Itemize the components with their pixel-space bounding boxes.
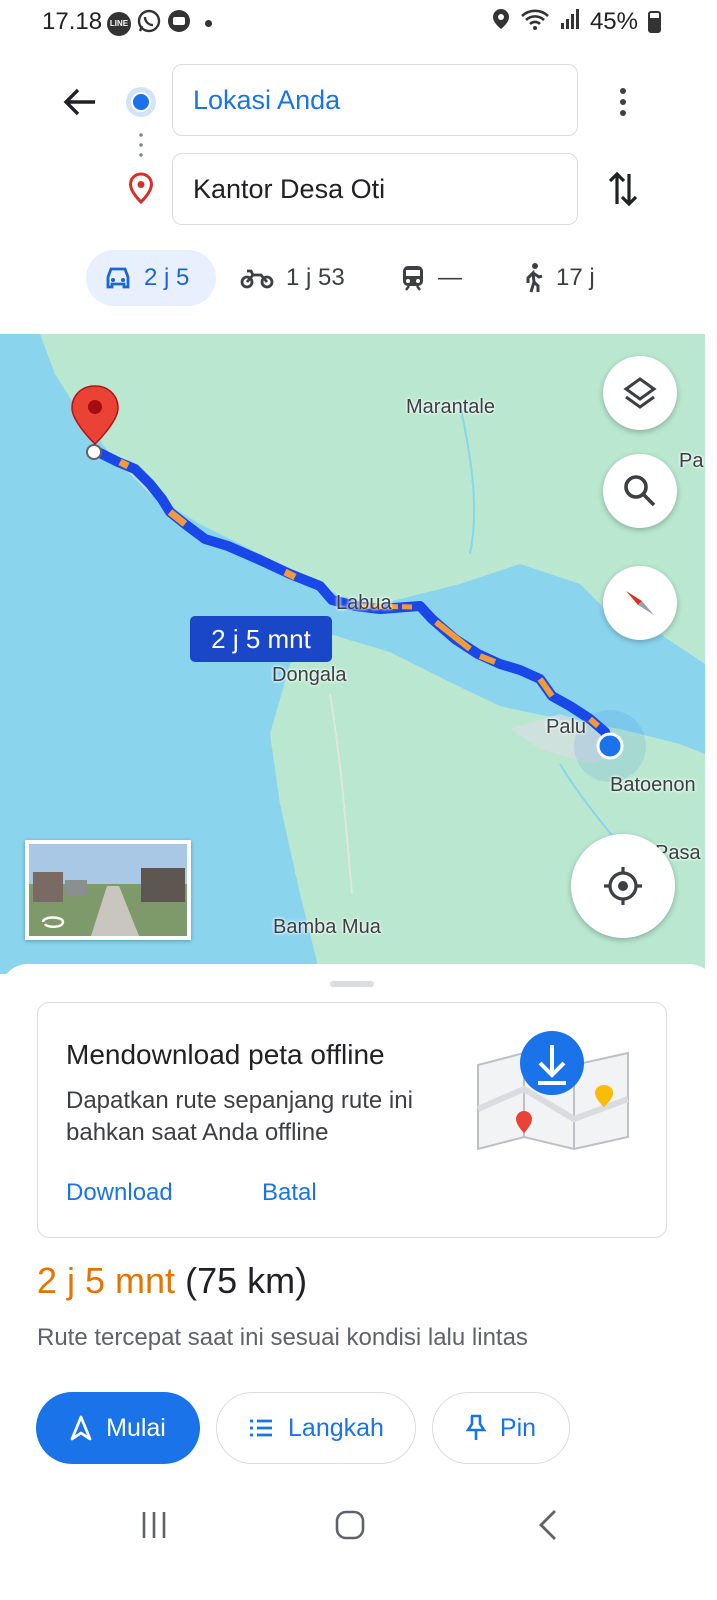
destination-input[interactable]: Kantor Desa Oti [172, 153, 578, 225]
train-icon [403, 266, 423, 291]
traffic-segment [118, 458, 130, 470]
trip-summary: 2 j 5 mnt (75 km) [37, 1260, 307, 1302]
offline-map-illustration-icon [476, 1031, 630, 1151]
mode-car-chip[interactable]: 2 j 5 [86, 250, 216, 306]
route-duration-badge[interactable]: 2 j 5 mnt [190, 616, 332, 662]
more-options-button[interactable] [606, 80, 640, 124]
back-button[interactable] [58, 80, 102, 124]
mode-car-label: 2 j 5 [144, 264, 190, 291]
status-bar: 17.18 LINE 45% [0, 0, 717, 44]
status-time: 17.18 [42, 8, 103, 35]
swap-vert-icon [608, 171, 638, 207]
map-label-marantale: Marantale [406, 396, 495, 418]
system-nav-bar [0, 1490, 717, 1560]
drag-handle[interactable] [330, 981, 374, 987]
mode-motorcycle-label: 1 j 53 [286, 264, 345, 291]
steps-button[interactable]: Langkah [216, 1392, 416, 1464]
battery-level: 45% [589, 7, 638, 35]
compass-button[interactable] [603, 566, 677, 640]
chevron-left-icon [539, 1510, 556, 1540]
recent-apps-icon [142, 1512, 166, 1538]
trip-distance: (75 km) [185, 1260, 308, 1301]
notification-icons: LINE [107, 9, 212, 38]
start-button[interactable]: Mulai [36, 1392, 200, 1464]
layers-icon [623, 377, 657, 409]
location-icon [492, 8, 510, 35]
pin-icon [465, 1414, 486, 1440]
offline-card-description: Dapatkan rute sepanjang rute ini bahkan … [66, 1087, 413, 1146]
pin-label: Pin [499, 1413, 537, 1442]
line-icon: LINE [107, 11, 131, 36]
map-label-bamba-mua: Bamba Mua [273, 916, 381, 938]
walk-icon [526, 263, 543, 293]
steps-label: Langkah [288, 1413, 384, 1442]
motorcycle-icon [240, 269, 274, 289]
pin-button[interactable]: Pin [432, 1392, 570, 1464]
mode-walk-label: 17 j [556, 264, 595, 291]
offline-map-card: Mendownload peta offline Dapatkan rute s… [37, 1002, 667, 1238]
trip-time: 2 j 5 mnt [37, 1260, 176, 1301]
back-nav-button[interactable] [508, 1490, 588, 1560]
battery-icon [648, 10, 661, 33]
origin-input[interactable]: Lokasi Anda [172, 64, 578, 136]
list-icon [250, 1419, 273, 1437]
start-label: Mulai [106, 1413, 166, 1442]
map-view[interactable]: Marantale Pa Labua Dongala Palu Batoenon… [0, 334, 705, 974]
traffic-segment [283, 568, 297, 581]
mode-walk-chip[interactable]: 17 j [504, 250, 613, 306]
layers-button[interactable] [603, 356, 677, 430]
destination-pin-icon [128, 172, 154, 209]
map-label-batoenon: Batoenon [610, 774, 696, 796]
my-location-button[interactable] [571, 834, 675, 938]
route-connector [139, 130, 143, 160]
my-location-icon [604, 867, 642, 905]
wifi-icon [520, 7, 550, 36]
mode-transit-chip[interactable]: — [382, 250, 480, 306]
mode-transit-label: — [438, 264, 462, 291]
swap-button[interactable] [600, 166, 646, 212]
home-icon [335, 1510, 365, 1540]
navigation-arrow-icon [70, 1415, 92, 1441]
arrow-back-icon [63, 88, 95, 116]
home-button[interactable] [310, 1490, 390, 1560]
download-button[interactable]: Download [66, 1179, 173, 1207]
current-location-dot [596, 732, 624, 760]
cancel-button[interactable]: Batal [262, 1179, 317, 1207]
search-icon [624, 475, 656, 507]
map-label-dongala: Dongala [272, 664, 347, 686]
car-icon [106, 267, 130, 289]
map-label-palu: Palu [546, 716, 587, 738]
offline-card-title: Mendownload peta offline [66, 1039, 385, 1070]
system-status: 45% [492, 7, 661, 36]
recent-apps-button[interactable] [114, 1490, 194, 1560]
mode-motorcycle-chip[interactable]: 1 j 53 [222, 250, 363, 306]
trip-note: Rute tercepat saat ini sesuai kondisi la… [37, 1324, 528, 1351]
whatsapp-icon [137, 9, 161, 38]
search-button[interactable] [603, 454, 677, 528]
traffic-segment [167, 509, 188, 527]
map-label-pa: Pa [679, 450, 704, 472]
street-view-thumbnail[interactable] [25, 840, 191, 940]
origin-marker-icon [126, 87, 156, 117]
compass-icon [626, 591, 654, 615]
chat-icon [167, 9, 191, 38]
more-notifications-dot [205, 20, 212, 27]
signal-icon [560, 8, 580, 35]
map-label-labua: Labua [336, 592, 392, 614]
